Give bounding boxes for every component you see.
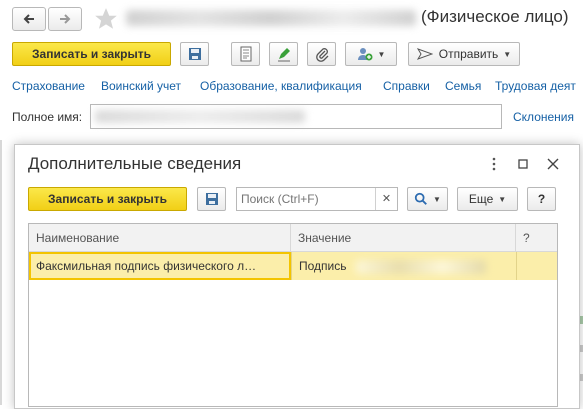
- save-icon: [205, 193, 218, 205]
- window-title: (Физическое лицо): [421, 7, 569, 26]
- full-name-label: Полное имя:: [12, 110, 83, 124]
- cell-value-text: Подпись: [299, 259, 347, 273]
- save-and-close-button[interactable]: Записать и закрыть: [12, 42, 171, 66]
- users-menu-button[interactable]: ▼: [345, 42, 397, 66]
- cell-property-value[interactable]: Подпись: [291, 252, 516, 280]
- link-certificates[interactable]: Справки: [383, 79, 430, 93]
- send-button[interactable]: Отправить ▼: [408, 42, 520, 66]
- link-military[interactable]: Воинский учет: [101, 79, 181, 93]
- dialog-save-button[interactable]: [197, 187, 226, 211]
- link-work[interactable]: Трудовая деят: [495, 79, 576, 93]
- table-row[interactable]: Факсмильная подпись физического л… Подпи…: [29, 252, 557, 280]
- cell-property-name[interactable]: Факсмильная подпись физического л…: [29, 252, 291, 280]
- edit-icon: [277, 48, 290, 62]
- maximize-button[interactable]: [515, 156, 531, 172]
- dialog-menu-button[interactable]: [487, 156, 501, 172]
- search-icon: [414, 192, 427, 205]
- full-name-value: [95, 110, 305, 123]
- chevron-down-icon: ▼: [433, 194, 441, 204]
- table-header: Наименование Значение ?: [29, 224, 557, 252]
- chevron-down-icon: ▼: [498, 194, 507, 204]
- close-icon: [547, 158, 559, 170]
- background-edge: [0, 140, 2, 405]
- dialog-close-button[interactable]: [545, 156, 561, 172]
- arrow-left-icon: [23, 14, 34, 24]
- star-icon: [95, 8, 117, 29]
- search-field[interactable]: ✕: [236, 187, 398, 211]
- attach-button[interactable]: [307, 42, 336, 66]
- arrow-right-icon: [60, 14, 71, 24]
- properties-table: Наименование Значение ? Факсмильная подп…: [28, 223, 558, 407]
- dialog-title: Дополнительные сведения: [28, 154, 242, 173]
- users-icon: [357, 48, 373, 61]
- paperclip-icon: [315, 48, 328, 62]
- column-header-name[interactable]: Наименование: [29, 224, 291, 252]
- cell-help: [516, 252, 557, 280]
- cell-value-obscured: [355, 259, 486, 274]
- more-label: Еще: [468, 192, 494, 206]
- chevron-down-icon: ▼: [377, 49, 386, 59]
- more-button[interactable]: Еще ▼: [457, 187, 518, 211]
- chevron-down-icon: ▼: [503, 49, 512, 59]
- declension-link[interactable]: Склонения: [513, 110, 574, 124]
- favorite-star[interactable]: [93, 6, 119, 32]
- send-icon: [416, 48, 433, 60]
- link-family[interactable]: Семья: [445, 79, 481, 93]
- full-name-input[interactable]: [90, 104, 502, 129]
- column-header-help[interactable]: ?: [516, 224, 557, 252]
- back-button[interactable]: [12, 7, 46, 31]
- additional-info-dialog: Дополнительные сведения Записать и закры…: [14, 144, 580, 409]
- kebab-icon: [492, 157, 496, 171]
- search-input[interactable]: [237, 188, 373, 210]
- clear-icon[interactable]: ✕: [375, 188, 397, 210]
- save-icon: [188, 48, 201, 60]
- window-title-name: [126, 10, 416, 26]
- edit-button[interactable]: [269, 42, 298, 66]
- maximize-icon: [518, 159, 528, 169]
- search-options-button[interactable]: ▼: [407, 187, 448, 211]
- save-button[interactable]: [180, 42, 209, 66]
- link-education[interactable]: Образование, квалификация: [200, 79, 362, 93]
- document-button[interactable]: [231, 42, 260, 66]
- dialog-save-and-close-button[interactable]: Записать и закрыть: [28, 187, 187, 211]
- help-button[interactable]: ?: [527, 187, 556, 211]
- document-icon: [240, 46, 251, 62]
- link-insurance[interactable]: Страхование: [12, 79, 85, 93]
- column-header-value[interactable]: Значение: [291, 224, 516, 252]
- forward-button[interactable]: [48, 7, 82, 31]
- send-label: Отправить: [438, 47, 499, 61]
